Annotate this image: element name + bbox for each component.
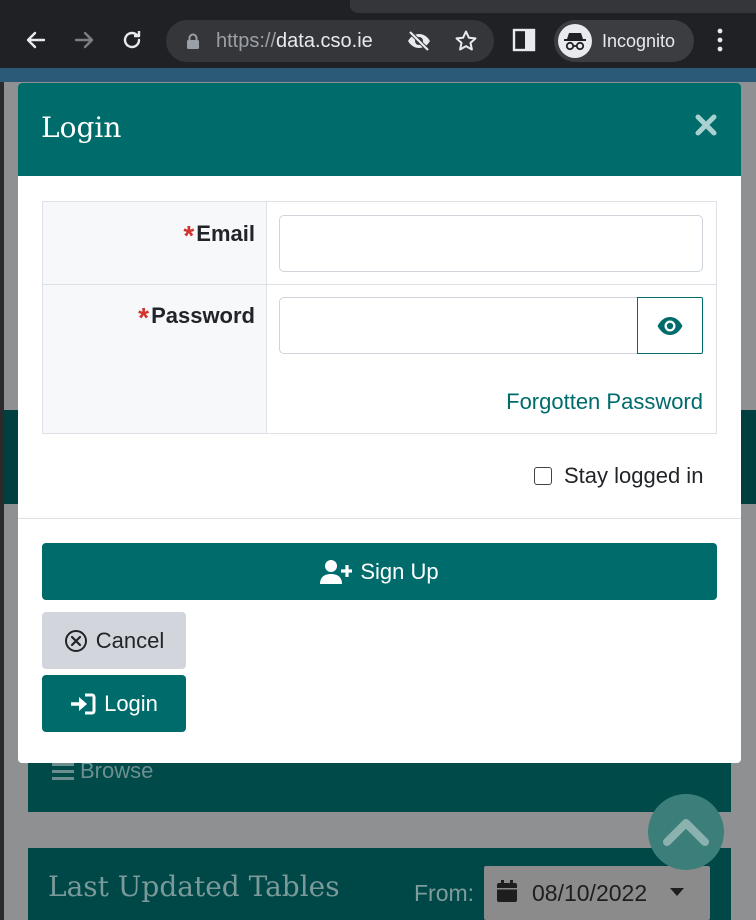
url-scheme: https:// (216, 30, 277, 52)
bookmark-strip (0, 68, 756, 82)
required-marker: * (183, 220, 195, 251)
email-label: *Email (43, 220, 267, 252)
chevron-down-icon (670, 888, 684, 896)
checkbox[interactable] (534, 467, 552, 485)
sign-in-icon (71, 693, 96, 714)
url-host: data.cso.ie (276, 30, 373, 52)
star-icon[interactable] (454, 29, 478, 53)
sign-up-label: Sign Up (360, 558, 439, 584)
footer-divider (18, 518, 741, 519)
scroll-to-top-button[interactable] (648, 794, 724, 870)
modal-title: Login (41, 111, 122, 144)
row-divider (43, 284, 716, 285)
reload-icon (123, 31, 141, 49)
reload-button[interactable] (114, 22, 150, 58)
close-button[interactable] (694, 113, 718, 137)
circle-x-icon (64, 629, 87, 652)
calendar-icon (497, 880, 517, 902)
more-options-icon[interactable] (712, 26, 728, 54)
side-panel-icon[interactable] (512, 28, 536, 52)
lock-icon (187, 33, 199, 49)
user-plus-icon (320, 559, 353, 584)
incognito-label: Incognito (602, 31, 676, 51)
password-label: *Password (43, 302, 267, 334)
chevron-up-icon (663, 819, 709, 846)
password-label-text: Password (151, 303, 255, 328)
arrow-right-icon (74, 31, 94, 49)
url-text: https://data.cso.ie (216, 30, 373, 53)
sign-up-button[interactable]: Sign Up (42, 543, 717, 600)
required-marker: * (138, 302, 150, 333)
back-button[interactable] (18, 22, 54, 58)
last-updated-title: Last Updated Tables (48, 870, 340, 903)
stay-logged-in-label: Stay logged in (564, 463, 704, 488)
incognito-icon (558, 24, 592, 58)
forward-button[interactable] (66, 22, 102, 58)
arrow-left-icon (26, 31, 46, 49)
login-modal: Login *Email *Password Forgotten Passwor… (18, 83, 741, 763)
show-password-button[interactable] (637, 297, 703, 354)
address-bar[interactable]: https://data.cso.ie (166, 20, 494, 62)
login-form-table: *Email *Password Forgotten Password (42, 201, 717, 434)
stay-logged-in-checkbox[interactable]: Stay logged in (534, 463, 703, 489)
cancel-button[interactable]: Cancel (42, 612, 186, 669)
incognito-indicator[interactable]: Incognito (554, 20, 694, 62)
login-button[interactable]: Login (42, 675, 186, 732)
email-label-text: Email (196, 221, 255, 246)
eye-off-icon[interactable] (406, 30, 432, 52)
password-field[interactable] (279, 297, 639, 354)
login-label: Login (104, 690, 158, 716)
from-label: From: (414, 880, 475, 906)
email-field[interactable] (279, 215, 703, 272)
cancel-label: Cancel (95, 627, 165, 653)
from-date-picker[interactable]: 08/10/2022 (484, 866, 710, 920)
forgotten-password-link[interactable]: Forgotten Password (279, 389, 703, 415)
eye-icon (657, 316, 683, 335)
tab-strip (350, 0, 756, 13)
modal-header: Login (18, 83, 741, 176)
close-icon (695, 114, 717, 136)
from-date-value: 08/10/2022 (532, 880, 648, 906)
